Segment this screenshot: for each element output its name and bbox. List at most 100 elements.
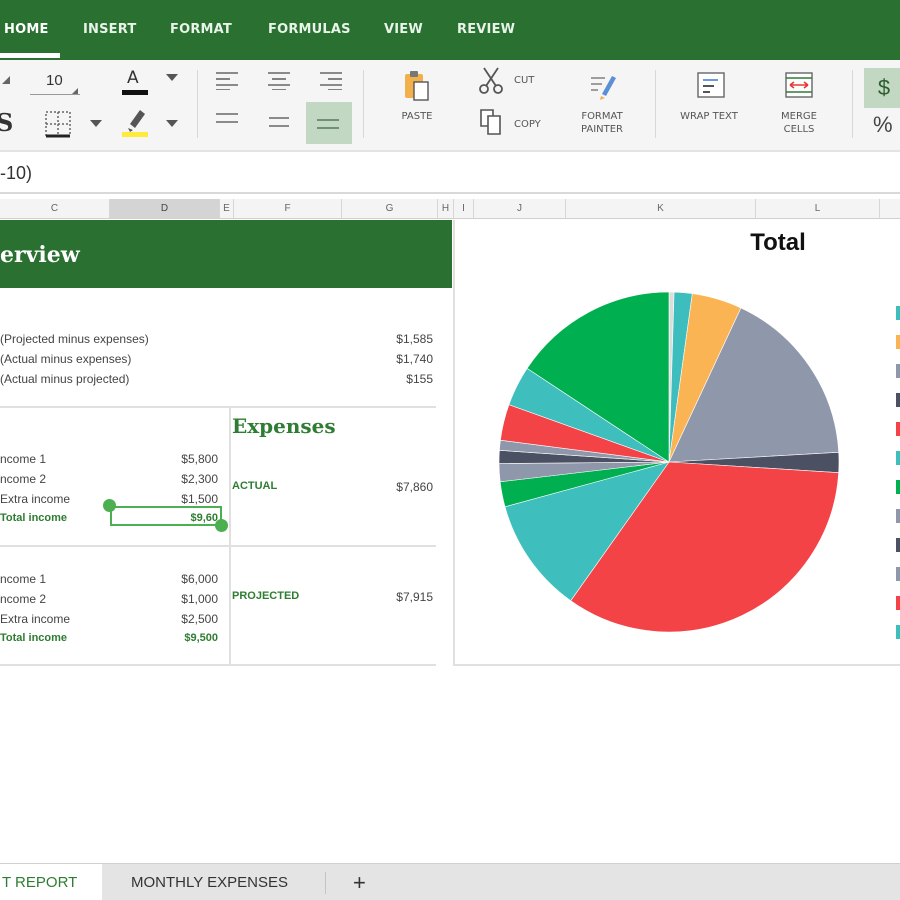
font-size-select[interactable]: 10: [30, 70, 80, 95]
income-value[interactable]: $2,500: [140, 612, 218, 626]
align-middle-icon[interactable]: [267, 116, 291, 130]
align-left-icon[interactable]: [216, 70, 240, 90]
column-header-d[interactable]: D: [110, 199, 220, 218]
font-color-button[interactable]: A: [120, 68, 150, 98]
tab-insert[interactable]: INSERT: [83, 22, 136, 37]
ribbon-separator: [655, 70, 656, 138]
cut-icon[interactable]: [478, 66, 504, 94]
column-header-e[interactable]: E: [220, 199, 234, 218]
paste-icon: [405, 71, 429, 101]
column-header-k[interactable]: K: [566, 199, 756, 218]
paste-button[interactable]: PASTE: [392, 68, 442, 138]
income-label[interactable]: ncome 1: [0, 572, 46, 586]
income-value[interactable]: $2,300: [140, 472, 218, 486]
income-value[interactable]: $1,000: [140, 592, 218, 606]
column-header-h[interactable]: H: [438, 199, 454, 218]
selection-handle-start[interactable]: [103, 499, 116, 512]
ribbon-separator: [852, 70, 853, 138]
highlight-icon[interactable]: [120, 106, 150, 138]
percent-format-button[interactable]: %: [873, 112, 893, 138]
divider: [0, 545, 436, 547]
merge-cells-button[interactable]: MERGE CELLS: [768, 68, 830, 144]
align-bottom-icon: [317, 119, 339, 129]
tab-format[interactable]: FORMAT: [170, 22, 232, 37]
sheet-tab-monthly-expenses[interactable]: MONTHLY EXPENSES: [131, 864, 288, 900]
legend-swatch-3: [896, 393, 900, 407]
align-top-icon[interactable]: [216, 112, 240, 126]
paste-label: PASTE: [401, 111, 433, 122]
wrap-text-icon: [697, 72, 725, 98]
expenses-actual-label[interactable]: ACTUAL: [232, 480, 277, 492]
align-bottom-button[interactable]: [306, 102, 352, 144]
format-painter-label: FORMAT PAINTER: [580, 111, 624, 135]
legend-swatch-4: [896, 422, 900, 436]
divider: [0, 406, 436, 408]
divider: [0, 664, 436, 666]
tab-review[interactable]: REVIEW: [457, 22, 515, 37]
tab-separator: [325, 872, 326, 894]
income-label[interactable]: Extra income: [0, 612, 70, 626]
summary-value[interactable]: $1,585: [360, 332, 433, 346]
font-family-caret-icon[interactable]: [2, 76, 10, 84]
cell-selection[interactable]: [110, 506, 222, 526]
sheet-tab-report[interactable]: T REPORT: [0, 864, 102, 900]
selection-handle-end[interactable]: [215, 519, 228, 532]
ribbon-tab-bar: HOME INSERT FORMAT FORMULAS VIEW REVIEW: [0, 0, 900, 60]
column-header-c[interactable]: C: [0, 199, 110, 218]
font-size-caret-icon: [72, 88, 78, 94]
total-income-label[interactable]: Total income: [0, 512, 67, 524]
income-label[interactable]: ncome 2: [0, 472, 46, 486]
income-value[interactable]: $1,500: [140, 492, 218, 506]
expenses-actual-value[interactable]: $7,860: [360, 480, 433, 494]
wrap-text-button[interactable]: WRAP TEXT: [672, 68, 746, 138]
summary-value[interactable]: $1,740: [360, 352, 433, 366]
borders-icon[interactable]: [44, 110, 72, 138]
highlight-dropdown-icon[interactable]: [166, 120, 178, 127]
expenses-projected-label[interactable]: PROJECTED: [232, 590, 299, 602]
column-header-j[interactable]: J: [474, 199, 566, 218]
summary-label[interactable]: (Projected minus expenses): [0, 332, 149, 346]
summary-label[interactable]: (Actual minus projected): [0, 372, 129, 386]
income-label[interactable]: Extra income: [0, 492, 70, 506]
font-color-glyph: A: [127, 68, 139, 88]
expenses-title: Expenses: [232, 414, 336, 438]
total-income-value[interactable]: $9,500: [140, 632, 218, 644]
sheet-tab-bar: T REPORT MONTHLY EXPENSES +: [0, 863, 900, 900]
income-value[interactable]: $5,800: [140, 452, 218, 466]
tab-home[interactable]: HOME: [4, 22, 49, 37]
income-label[interactable]: ncome 2: [0, 592, 46, 606]
cut-label[interactable]: CUT: [514, 74, 534, 87]
legend-swatch-2: [896, 364, 900, 378]
column-header-f[interactable]: F: [234, 199, 342, 218]
column-header-i[interactable]: I: [454, 199, 474, 218]
pie-chart[interactable]: [453, 220, 900, 664]
income-label[interactable]: ncome 1: [0, 452, 46, 466]
add-sheet-button[interactable]: +: [353, 864, 366, 900]
legend-swatch-5: [896, 451, 900, 465]
bold-button[interactable]: S: [0, 108, 13, 137]
format-painter-button[interactable]: FORMAT PAINTER: [572, 68, 632, 144]
tab-formulas[interactable]: FORMULAS: [268, 22, 351, 37]
ribbon-toolbar: 10 S A PASTE CUT COPY FORMAT PAINTER WRA…: [0, 60, 900, 152]
formula-bar[interactable]: -10): [0, 152, 900, 194]
align-center-icon[interactable]: [267, 70, 291, 90]
total-income-label[interactable]: Total income: [0, 632, 67, 644]
legend-swatch-0: [896, 306, 900, 320]
tab-view[interactable]: VIEW: [384, 22, 423, 37]
expenses-projected-value[interactable]: $7,915: [360, 590, 433, 604]
overview-banner: erview: [0, 220, 452, 288]
borders-dropdown-icon[interactable]: [90, 120, 102, 127]
copy-icon[interactable]: [478, 108, 504, 136]
legend-swatch-1: [896, 335, 900, 349]
income-value[interactable]: $6,000: [140, 572, 218, 586]
summary-value[interactable]: $155: [360, 372, 433, 386]
copy-label[interactable]: COPY: [514, 118, 541, 131]
font-color-dropdown-icon[interactable]: [166, 74, 178, 81]
align-right-icon[interactable]: [318, 70, 342, 90]
legend-swatch-10: [896, 596, 900, 610]
legend-swatch-9: [896, 567, 900, 581]
column-header-g[interactable]: G: [342, 199, 438, 218]
column-header-l[interactable]: L: [756, 199, 880, 218]
summary-label[interactable]: (Actual minus expenses): [0, 352, 131, 366]
currency-format-button[interactable]: $: [864, 68, 900, 108]
